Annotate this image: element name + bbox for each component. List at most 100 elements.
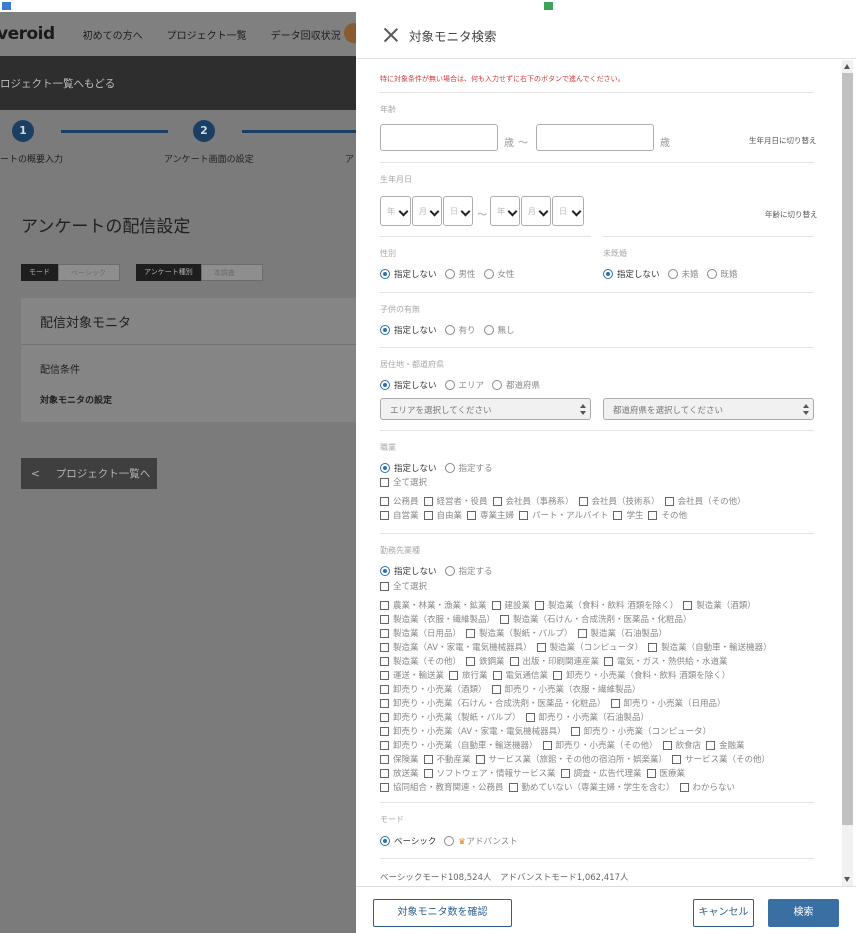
checkbox-box[interactable] — [509, 656, 519, 666]
checkbox-box[interactable] — [604, 656, 614, 666]
checkbox-box[interactable] — [536, 642, 546, 652]
industry-checkbox[interactable]: 農業・林業・漁業・鉱業 — [380, 599, 487, 611]
checkbox-box[interactable] — [578, 496, 588, 506]
mode-advanced-radio[interactable]: ♛ アドバンスト — [444, 835, 518, 847]
checkbox-box[interactable] — [535, 600, 545, 610]
checkbox-box[interactable] — [672, 754, 682, 764]
industry-checkbox[interactable]: 卸売り・小売業（製紙・パルプ） — [380, 711, 521, 723]
industry-checkbox[interactable]: 建設業 — [491, 599, 530, 611]
industry-checkbox[interactable]: 放送業 — [380, 767, 419, 779]
occupation-checkbox[interactable]: 自由業 — [423, 509, 462, 521]
marital-single-radio[interactable]: 未婚 — [667, 268, 699, 280]
scroll-down-icon[interactable] — [844, 877, 850, 882]
nav-collection-status[interactable]: データ回収状況 — [271, 27, 341, 42]
back-to-projects-link[interactable]: ロジェクト一覧へもどる — [0, 76, 115, 91]
occupation-checkbox[interactable]: 学生 — [613, 509, 643, 521]
checkbox-box[interactable] — [542, 740, 552, 750]
gender-male-radio[interactable]: 男性 — [444, 268, 476, 280]
residence-area-radio[interactable]: エリア — [444, 379, 484, 391]
industry-checkbox[interactable]: 卸売り・小売業（食料・飲料 酒類を除く） — [553, 669, 730, 681]
checkbox-box[interactable] — [380, 510, 389, 520]
gender-unspecified-radio[interactable]: 指定しない — [380, 268, 437, 280]
industry-checkbox[interactable]: 電気通信業 — [492, 669, 548, 681]
checkbox-box[interactable] — [577, 628, 587, 638]
checkbox-box[interactable] — [380, 712, 389, 722]
industry-checkbox[interactable]: 製造業（石けん・合成洗剤・医薬品・化粧品） — [500, 613, 692, 625]
occupation-checkbox[interactable]: 専業主婦 — [467, 509, 514, 521]
checkbox-box[interactable] — [423, 496, 433, 506]
checkbox-box[interactable] — [380, 600, 389, 610]
checkbox-box[interactable] — [613, 510, 623, 520]
checkbox-box[interactable] — [525, 712, 535, 722]
checkbox-box[interactable] — [380, 740, 389, 750]
marital-unspecified-radio[interactable]: 指定しない — [603, 268, 660, 280]
industry-checkbox[interactable]: 製造業（酒類） — [683, 599, 756, 611]
industry-checkbox[interactable]: 製造業（その他） — [380, 655, 461, 667]
industry-checkbox[interactable]: 調査・広告代理業 — [560, 767, 642, 779]
checkbox-box[interactable] — [679, 782, 689, 792]
occupation-checkbox[interactable]: パート・アルバイト — [519, 509, 608, 521]
occupation-checkbox[interactable]: その他 — [648, 509, 687, 521]
industry-checkbox[interactable]: ソフトウェア・情報サービス業 — [423, 767, 556, 779]
switch-to-birthdate-link[interactable]: 生年月日に切り替え — [749, 135, 817, 146]
checkbox-box[interactable] — [662, 740, 672, 750]
residence-unspecified-radio[interactable]: 指定しない — [380, 379, 437, 391]
occupation-checkbox[interactable]: 会社員（その他） — [664, 495, 746, 507]
checkbox-box[interactable] — [380, 656, 389, 666]
checkbox-box[interactable] — [423, 754, 433, 764]
industry-checkbox[interactable]: 鉄鋼業 — [466, 655, 505, 667]
industry-checkbox[interactable]: 飲食店 — [662, 739, 701, 751]
checkbox-box[interactable] — [492, 670, 502, 680]
occupation-checkbox[interactable]: 会社員（技術系） — [578, 495, 660, 507]
industry-checkbox[interactable]: 卸売り・小売業（日用品） — [610, 697, 726, 709]
industry-unspecified-radio[interactable]: 指定しない — [380, 565, 437, 577]
back-to-projects-bar[interactable]: ロジェクト一覧へもどる — [0, 56, 356, 110]
industry-checkbox[interactable]: 旅行業 — [449, 669, 488, 681]
occupation-checkbox[interactable]: 経営者・役員 — [423, 495, 488, 507]
checkbox-box[interactable] — [491, 684, 501, 694]
checkbox-box[interactable] — [706, 740, 716, 750]
industry-checkbox[interactable]: 製造業（製紙・パルプ） — [466, 627, 573, 639]
children-yes-radio[interactable]: 有り — [444, 324, 476, 336]
occupation-checkbox[interactable]: 自営業 — [380, 509, 419, 521]
checkbox-box[interactable] — [560, 768, 570, 778]
industry-checkbox[interactable]: 製造業（石油製品） — [577, 627, 667, 639]
birth-to-day-select[interactable]: 日 — [552, 196, 584, 226]
checkbox-box[interactable] — [664, 496, 674, 506]
checkbox-box[interactable] — [380, 670, 389, 680]
scroll-up-icon[interactable] — [844, 64, 850, 69]
industry-checkbox[interactable]: 卸売り・小売業（石油製品） — [525, 711, 649, 723]
industry-checkbox[interactable]: 不動産業 — [423, 753, 471, 765]
industry-checkbox[interactable]: 卸売り・小売業（コンピュータ） — [570, 725, 711, 737]
checkbox-box[interactable] — [491, 600, 501, 610]
confirm-monitor-count-button[interactable]: 対象モニタ数を確認 — [373, 899, 512, 927]
checkbox-box[interactable] — [475, 754, 485, 764]
industry-checkbox[interactable]: 卸売り・小売業（酒類） — [380, 683, 487, 695]
industry-checkbox[interactable]: 製造業（AV・家電・電気機械器具） — [380, 641, 532, 653]
industry-checkbox[interactable]: 卸売り・小売業（自動車・輸送機器） — [380, 739, 538, 751]
industry-checkbox[interactable]: 電気・ガス・熱供給・水道業 — [604, 655, 728, 667]
industry-specify-radio[interactable]: 指定する — [444, 565, 493, 577]
industry-checkbox[interactable]: サービス業（その他） — [672, 753, 770, 765]
occupation-checkbox[interactable]: 会社員（事務系） — [492, 495, 574, 507]
industry-checkbox[interactable]: サービス業（旅館・その他の宿泊所・娯楽業） — [475, 753, 667, 765]
checkbox-box[interactable] — [683, 600, 693, 610]
checkbox-box[interactable] — [423, 510, 433, 520]
industry-checkbox[interactable]: 製造業（食料・飲料 酒類を除く） — [535, 599, 678, 611]
gender-female-radio[interactable]: 女性 — [483, 268, 515, 280]
industry-checkbox[interactable]: 出版・印刷関連産業 — [509, 655, 599, 667]
close-icon[interactable] — [383, 27, 399, 43]
occupation-unspecified-radio[interactable]: 指定しない — [380, 462, 437, 474]
birth-to-year-select[interactable]: 年 — [490, 196, 520, 226]
industry-checkbox[interactable]: 協同組合・教育関連・公務員 — [380, 781, 504, 793]
checkbox-box[interactable] — [380, 698, 389, 708]
industry-checkbox[interactable]: 卸売り・小売業（衣服・繊維製品） — [491, 683, 641, 695]
checkbox-box[interactable] — [570, 726, 580, 736]
checkbox-box[interactable] — [648, 510, 658, 520]
checkbox-box[interactable] — [380, 782, 389, 792]
industry-checkbox[interactable]: 保険業 — [380, 753, 419, 765]
checkbox-box[interactable] — [519, 510, 529, 520]
cancel-button[interactable]: キャンセル — [693, 899, 754, 927]
checkbox-box[interactable] — [467, 510, 477, 520]
industry-checkbox[interactable]: 製造業（自動車・輸送機器） — [648, 641, 772, 653]
